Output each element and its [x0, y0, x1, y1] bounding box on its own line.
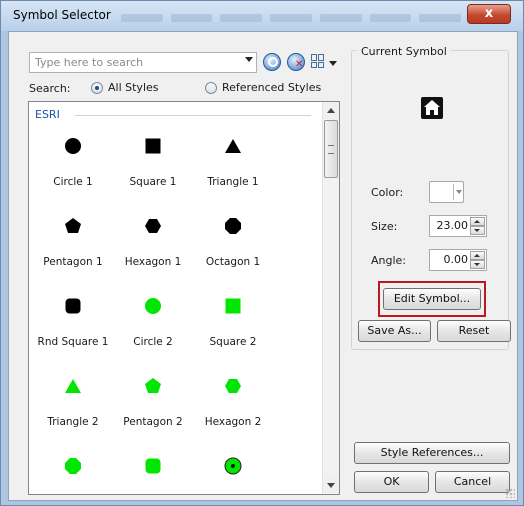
- symbol-cell[interactable]: Triangle 2: [33, 358, 113, 438]
- color-picker[interactable]: [429, 181, 464, 203]
- symbol-cell[interactable]: [33, 438, 113, 494]
- resize-grip[interactable]: [505, 488, 515, 498]
- rounded-square-icon[interactable]: [144, 457, 162, 475]
- symbol-label: Octagon 1: [205, 256, 261, 268]
- view-options-icon[interactable]: [311, 54, 325, 68]
- home-icon: [420, 96, 444, 120]
- circle-dot-icon[interactable]: [224, 457, 242, 475]
- symbol-label: Square 1: [129, 176, 177, 188]
- octagon-icon[interactable]: [64, 457, 82, 475]
- angle-label: Angle:: [371, 254, 407, 267]
- radio-all-styles-label: All Styles: [108, 81, 159, 94]
- scroll-up-icon[interactable]: [323, 103, 339, 119]
- spin-down-icon[interactable]: [470, 260, 485, 269]
- reset-button[interactable]: Reset: [437, 320, 511, 342]
- ok-button[interactable]: OK: [354, 471, 429, 493]
- symbol-cell[interactable]: Square 2: [193, 278, 273, 358]
- search-combo[interactable]: [29, 52, 257, 73]
- radio-selected-icon[interactable]: [91, 81, 103, 94]
- search-icon[interactable]: [263, 53, 281, 71]
- clear-search-icon[interactable]: [287, 53, 305, 71]
- triangle-icon[interactable]: [64, 377, 82, 395]
- angle-stepper[interactable]: 0.00: [429, 249, 487, 271]
- style-references-button[interactable]: Style References...: [354, 442, 510, 464]
- rounded-square-icon[interactable]: [64, 297, 82, 315]
- square-icon[interactable]: [144, 137, 162, 155]
- close-button[interactable]: x: [467, 4, 511, 24]
- symbol-label: Circle 2: [133, 336, 173, 348]
- dialog-body: Search: All Styles Referenced Styles ESR…: [8, 31, 518, 501]
- chevron-down-icon[interactable]: [245, 57, 253, 62]
- symbol-cell[interactable]: Pentagon 2: [113, 358, 193, 438]
- current-symbol-title: Current Symbol: [357, 45, 451, 58]
- edit-symbol-button[interactable]: Edit Symbol...: [383, 288, 481, 310]
- save-as-button[interactable]: Save As...: [358, 320, 431, 342]
- size-stepper[interactable]: 23.00: [429, 215, 487, 237]
- spin-up-icon[interactable]: [470, 251, 485, 260]
- symbol-cell[interactable]: [113, 438, 193, 494]
- circle-icon[interactable]: [144, 297, 162, 315]
- view-options-chevron-icon[interactable]: [329, 61, 337, 66]
- symbol-gallery[interactable]: ESRI Circle 1 Square 1 Triangle 1 Pentagon …: [28, 101, 340, 495]
- symbol-label: Triangle 1: [207, 176, 259, 188]
- hexagon-icon[interactable]: [144, 217, 162, 235]
- symbol-label: Hexagon 1: [124, 256, 182, 268]
- size-value[interactable]: 23.00: [437, 219, 469, 232]
- window-title: Symbol Selector: [13, 8, 111, 22]
- symbol-cell[interactable]: Hexagon 2: [193, 358, 273, 438]
- symbol-cell[interactable]: Triangle 1: [193, 118, 273, 198]
- symbol-label: Square 2: [209, 336, 257, 348]
- size-spinner[interactable]: [470, 217, 485, 235]
- group-divider: [75, 115, 311, 116]
- symbol-cell[interactable]: [193, 438, 273, 494]
- search-scope-label: Search:: [29, 82, 71, 95]
- pentagon-icon[interactable]: [64, 217, 82, 235]
- symbol-label: Rnd Square 1: [37, 336, 109, 348]
- cancel-button[interactable]: Cancel: [435, 471, 510, 493]
- symbol-label: Triangle 2: [47, 416, 99, 428]
- symbol-label: Circle 1: [53, 176, 93, 188]
- radio-unselected-icon[interactable]: [205, 81, 217, 94]
- scroll-down-icon[interactable]: [323, 477, 339, 493]
- symbol-cell[interactable]: Rnd Square 1: [33, 278, 113, 358]
- symbol-label: Pentagon 1: [43, 256, 103, 268]
- radio-all-styles[interactable]: All Styles: [91, 81, 159, 94]
- spin-down-icon[interactable]: [470, 226, 485, 235]
- symbol-cell[interactable]: Pentagon 1: [33, 198, 113, 278]
- symbol-cell[interactable]: Square 1: [113, 118, 193, 198]
- square-icon[interactable]: [224, 297, 242, 315]
- symbol-cell[interactable]: Circle 1: [33, 118, 113, 198]
- background-tabs: [121, 11, 462, 25]
- scroll-thumb[interactable]: [324, 120, 338, 178]
- circle-icon[interactable]: [64, 137, 82, 155]
- symbol-selector-window: Symbol Selector x Search: All Styles Ref…: [0, 0, 524, 506]
- angle-value[interactable]: 0.00: [444, 253, 469, 266]
- size-label: Size:: [371, 220, 398, 233]
- color-label: Color:: [371, 186, 404, 199]
- search-input[interactable]: [33, 54, 233, 71]
- title-bar: Symbol Selector x: [1, 1, 523, 31]
- radio-referenced-styles-label: Referenced Styles: [222, 81, 322, 94]
- symbol-label: Pentagon 2: [123, 416, 183, 428]
- angle-spinner[interactable]: [470, 251, 485, 269]
- hexagon-icon[interactable]: [224, 377, 242, 395]
- symbol-cell[interactable]: Octagon 1: [193, 198, 273, 278]
- vertical-scrollbar[interactable]: [322, 102, 339, 494]
- triangle-icon[interactable]: [224, 137, 242, 155]
- symbol-label: Hexagon 2: [204, 416, 262, 428]
- spin-up-icon[interactable]: [470, 217, 485, 226]
- symbol-cell[interactable]: Hexagon 1: [113, 198, 193, 278]
- symbol-cell[interactable]: Circle 2: [113, 278, 193, 358]
- pentagon-icon[interactable]: [144, 377, 162, 395]
- radio-referenced-styles[interactable]: Referenced Styles: [205, 81, 321, 94]
- octagon-icon[interactable]: [224, 217, 242, 235]
